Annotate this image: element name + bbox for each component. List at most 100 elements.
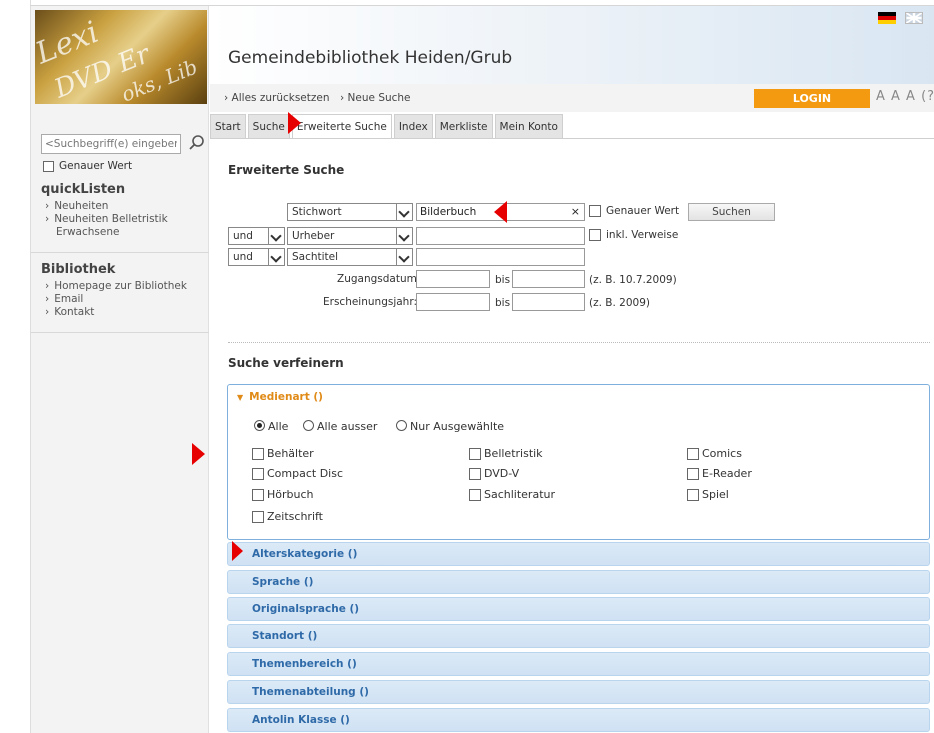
input-value: Bilderbuch bbox=[420, 206, 477, 218]
library-logo: Lexi DVD Er oks, Lib bbox=[35, 10, 207, 104]
chevron-down-icon bbox=[396, 228, 412, 244]
library-link-homepage[interactable]: › Homepage zur Bibliothek bbox=[45, 280, 187, 292]
field-select-2[interactable]: Urheber bbox=[287, 227, 413, 245]
chevron-right-icon: › bbox=[45, 280, 50, 292]
radio-all-except[interactable]: Alle ausser bbox=[303, 420, 377, 433]
section-age-category[interactable]: Alterskategorie () bbox=[227, 542, 930, 566]
access-date-hint: (z. B. 10.7.2009) bbox=[589, 274, 677, 286]
new-search-link[interactable]: › Neue Suche bbox=[340, 92, 411, 104]
section-subject-department[interactable]: Themenabteilung () bbox=[227, 680, 930, 704]
section-subject-area[interactable]: Themenbereich () bbox=[227, 652, 930, 676]
sidebar-divider bbox=[31, 252, 209, 253]
section-antolin-class[interactable]: Antolin Klasse () bbox=[227, 708, 930, 732]
tab-watchlist[interactable]: Merkliste bbox=[434, 114, 493, 138]
checkbox-box[interactable] bbox=[469, 467, 481, 480]
quicklist-link-belletristik[interactable]: › Neuheiten Belletristik bbox=[45, 213, 168, 225]
field-select-1[interactable]: Stichwort bbox=[287, 203, 413, 221]
pointer-marker bbox=[232, 541, 243, 561]
publication-year-from-input[interactable] bbox=[416, 293, 490, 311]
quicklist-link-belletristik-cont[interactable]: Erwachsene bbox=[56, 226, 119, 238]
media-checkbox-dvd-v[interactable]: DVD-V bbox=[469, 467, 519, 480]
checkbox-box[interactable] bbox=[687, 488, 699, 501]
tab-start[interactable]: Start bbox=[210, 114, 246, 138]
sidebar-exact-label: Genauer Wert bbox=[59, 160, 133, 172]
radio-button[interactable] bbox=[303, 420, 314, 431]
german-flag-icon[interactable] bbox=[878, 12, 896, 24]
publication-year-to-input[interactable] bbox=[512, 293, 585, 311]
pointer-marker bbox=[494, 201, 507, 223]
checkbox-box[interactable] bbox=[687, 447, 699, 460]
access-date-from-input[interactable] bbox=[416, 270, 490, 288]
field-select-3[interactable]: Sachtitel bbox=[287, 248, 413, 266]
reset-label: Alles zurücksetzen bbox=[231, 92, 330, 104]
sidebar-exact-checkbox[interactable]: Genauer Wert bbox=[43, 160, 132, 172]
checkbox-box[interactable] bbox=[252, 510, 264, 523]
include-references-checkbox[interactable]: inkl. Verweise bbox=[589, 229, 678, 241]
media-checkbox-behaelter[interactable]: Behälter bbox=[252, 447, 314, 460]
login-button[interactable]: LOGIN bbox=[754, 89, 870, 108]
search-button[interactable]: Suchen bbox=[688, 203, 775, 221]
logo-artwork: Lexi DVD Er oks, Lib bbox=[35, 15, 201, 104]
radio-button[interactable] bbox=[396, 420, 407, 431]
font-size-controls[interactable]: A A A (? bbox=[876, 89, 934, 104]
radio-label: Alle bbox=[268, 420, 289, 433]
tab-search[interactable]: Suche bbox=[247, 114, 290, 138]
section-original-language[interactable]: Originalsprache () bbox=[227, 597, 930, 621]
chevron-right-icon: › bbox=[45, 293, 50, 305]
radio-label: Nur Ausgewählte bbox=[410, 420, 505, 433]
radio-only-selected[interactable]: Nur Ausgewählte bbox=[396, 420, 504, 433]
chevron-down-icon bbox=[268, 228, 284, 244]
checkbox-box[interactable] bbox=[252, 488, 264, 501]
link-label: Kontakt bbox=[54, 306, 95, 318]
clear-icon[interactable]: × bbox=[571, 204, 580, 220]
pointer-marker bbox=[288, 112, 301, 134]
checkbox-box[interactable] bbox=[469, 488, 481, 501]
media-checkbox-sachliteratur[interactable]: Sachliteratur bbox=[469, 488, 555, 501]
reset-link[interactable]: › Alles zurücksetzen bbox=[224, 92, 330, 104]
radio-button[interactable] bbox=[254, 420, 265, 431]
checkbox-box[interactable] bbox=[687, 467, 699, 480]
section-location[interactable]: Standort () bbox=[227, 624, 930, 648]
checkbox-box[interactable] bbox=[589, 205, 601, 217]
english-flag-icon[interactable] bbox=[905, 12, 923, 24]
media-type-section-header[interactable]: ▼ Medienart () bbox=[237, 391, 323, 403]
quicklist-link-neuheiten[interactable]: › Neuheiten bbox=[45, 200, 108, 212]
media-checkbox-spiel[interactable]: Spiel bbox=[687, 488, 729, 501]
checkbox-label: Behälter bbox=[267, 447, 314, 460]
media-checkbox-hoerbuch[interactable]: Hörbuch bbox=[252, 488, 314, 501]
media-checkbox-compact-disc[interactable]: Compact Disc bbox=[252, 467, 343, 480]
tab-advanced-search[interactable]: Erweiterte Suche bbox=[291, 114, 392, 138]
search-icon[interactable] bbox=[188, 134, 206, 152]
media-checkbox-e-reader[interactable]: E-Reader bbox=[687, 467, 752, 480]
exact-value-checkbox[interactable]: Genauer Wert bbox=[589, 205, 679, 217]
chevron-down-icon bbox=[268, 249, 284, 265]
select-value: Urheber bbox=[292, 230, 335, 242]
sidebar-search-input[interactable] bbox=[41, 134, 181, 154]
operator-select-2[interactable]: und bbox=[228, 227, 285, 245]
triangle-down-icon: ▼ bbox=[237, 393, 244, 402]
chevron-down-icon bbox=[396, 204, 412, 220]
chevron-right-icon: › bbox=[45, 213, 50, 225]
media-checkbox-comics[interactable]: Comics bbox=[687, 447, 742, 460]
checkbox-box[interactable] bbox=[469, 447, 481, 460]
media-checkbox-zeitschrift[interactable]: Zeitschrift bbox=[252, 510, 323, 523]
checkbox-label: E-Reader bbox=[702, 467, 752, 480]
tab-my-account[interactable]: Mein Konto bbox=[494, 114, 563, 138]
library-title: Bibliothek bbox=[41, 262, 116, 277]
radio-all[interactable]: Alle bbox=[254, 420, 288, 433]
checkbox-box[interactable] bbox=[252, 447, 264, 460]
library-link-contact[interactable]: › Kontakt bbox=[45, 306, 94, 318]
section-language[interactable]: Sprache () bbox=[227, 570, 930, 594]
tab-index[interactable]: Index bbox=[393, 114, 433, 138]
tab-divider bbox=[210, 138, 934, 139]
checkbox-box[interactable] bbox=[589, 229, 601, 241]
search-term-input-3[interactable] bbox=[416, 248, 585, 266]
checkbox-box[interactable] bbox=[252, 467, 264, 480]
access-date-to-input[interactable] bbox=[512, 270, 585, 288]
checkbox-box[interactable] bbox=[43, 160, 54, 172]
link-label: Homepage zur Bibliothek bbox=[54, 280, 187, 292]
search-term-input-2[interactable] bbox=[416, 227, 585, 245]
library-link-email[interactable]: › Email bbox=[45, 293, 83, 305]
media-checkbox-belletristik[interactable]: Belletristik bbox=[469, 447, 543, 460]
operator-select-3[interactable]: und bbox=[228, 248, 285, 266]
